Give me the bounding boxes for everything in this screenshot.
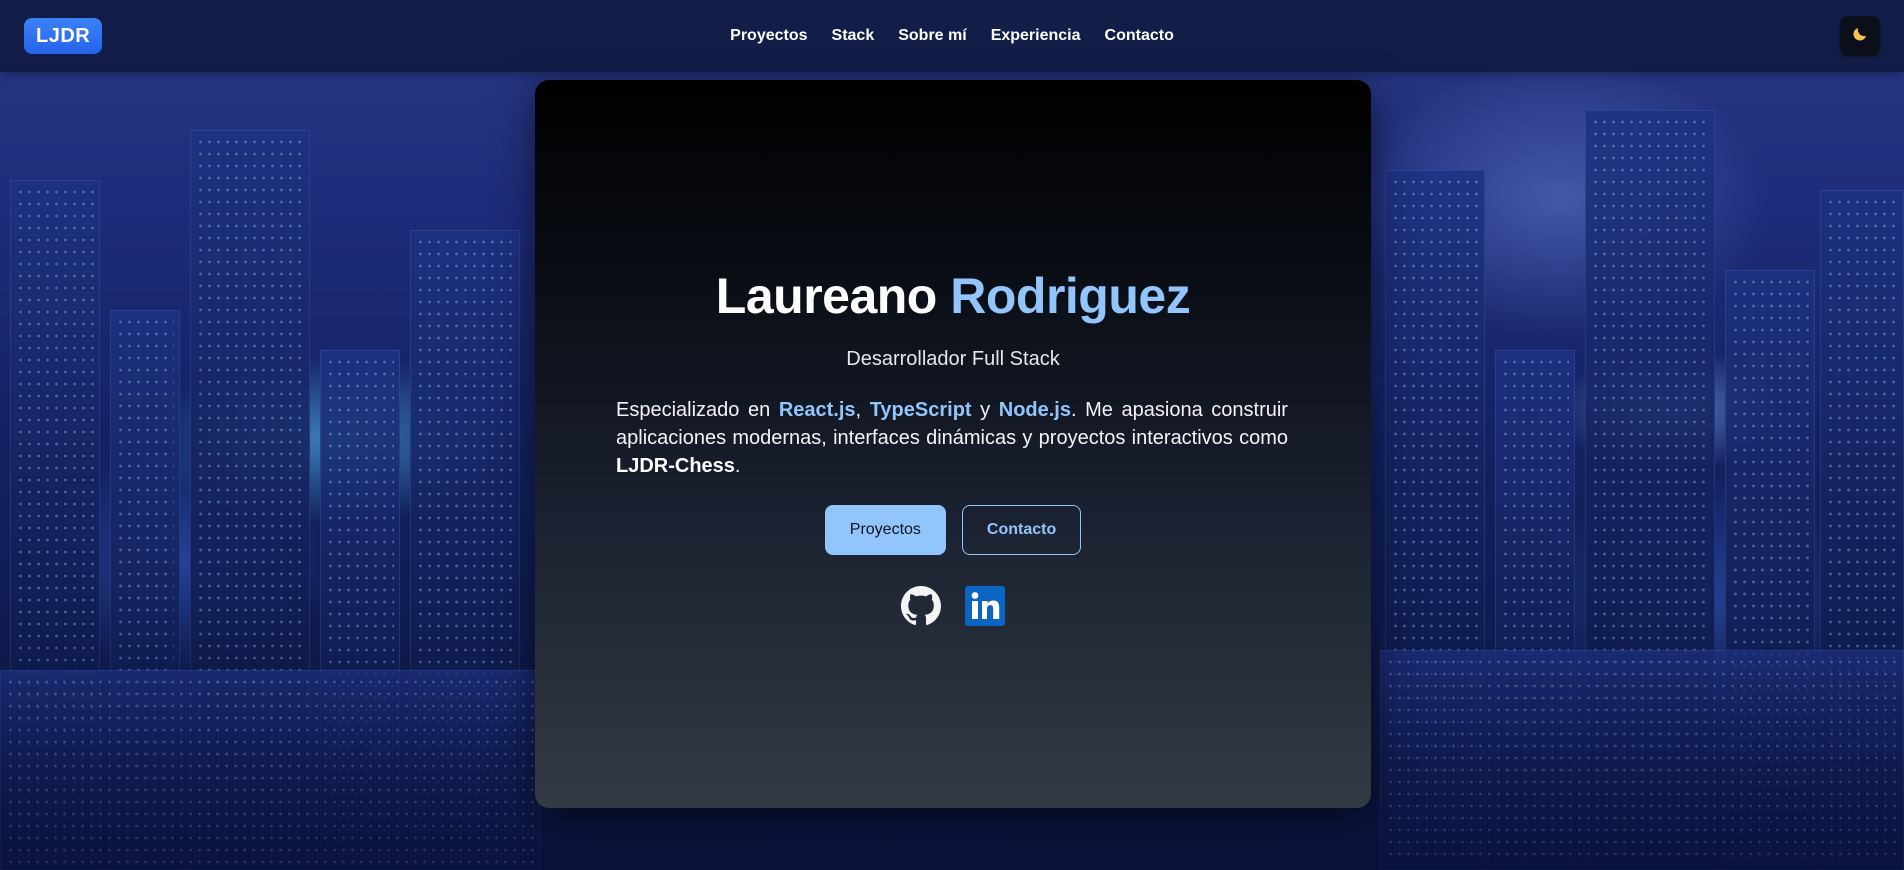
hero-last-name: Rodriguez — [950, 268, 1191, 324]
project-name: LJDR-Chess — [616, 455, 735, 477]
desc-sep-1: , — [855, 399, 870, 421]
nav-link-stack[interactable]: Stack — [832, 27, 875, 45]
linkedin-icon — [965, 585, 1005, 631]
tech-node: Node.js — [998, 399, 1071, 421]
moon-icon — [1851, 25, 1869, 48]
linkedin-link[interactable] — [965, 585, 1005, 631]
hero-first-name: Laureano — [715, 268, 938, 324]
logo-link[interactable]: LJDR — [24, 18, 103, 54]
github-link[interactable] — [901, 585, 941, 631]
social-links — [535, 585, 1371, 631]
nav-link-proyectos[interactable]: Proyectos — [730, 27, 807, 45]
github-icon — [901, 585, 941, 631]
desc-sep-2: y — [971, 399, 999, 421]
desc-text-1: Especializado en — [616, 399, 779, 421]
page: LJDR Proyectos Stack Sobre mí Experienci… — [0, 0, 1904, 870]
desc-text-3: . — [734, 455, 741, 477]
projects-button[interactable]: Proyectos — [824, 505, 946, 555]
tech-typescript: TypeScript — [869, 399, 972, 421]
nav-link-experiencia[interactable]: Experiencia — [991, 27, 1081, 45]
hero-title: Laureano Rodriguez — [535, 266, 1371, 326]
nav-link-contacto[interactable]: Contacto — [1105, 27, 1174, 45]
hero-role: Desarrollador Full Stack — [846, 348, 1060, 370]
hero-card: Laureano Rodriguez Desarrollador Full St… — [535, 80, 1371, 808]
tech-react: React.js — [778, 399, 856, 421]
hero-description: Especializado en React.js, TypeScript y … — [616, 396, 1288, 480]
navbar: LJDR Proyectos Stack Sobre mí Experienci… — [0, 0, 1904, 72]
nav-links: Proyectos Stack Sobre mí Experiencia Con… — [0, 0, 1904, 72]
nav-link-sobre-mi[interactable]: Sobre mí — [898, 27, 966, 45]
hero-actions: Proyectos Contacto — [535, 505, 1371, 555]
contact-button[interactable]: Contacto — [961, 505, 1082, 555]
theme-toggle-button[interactable] — [1840, 16, 1880, 56]
